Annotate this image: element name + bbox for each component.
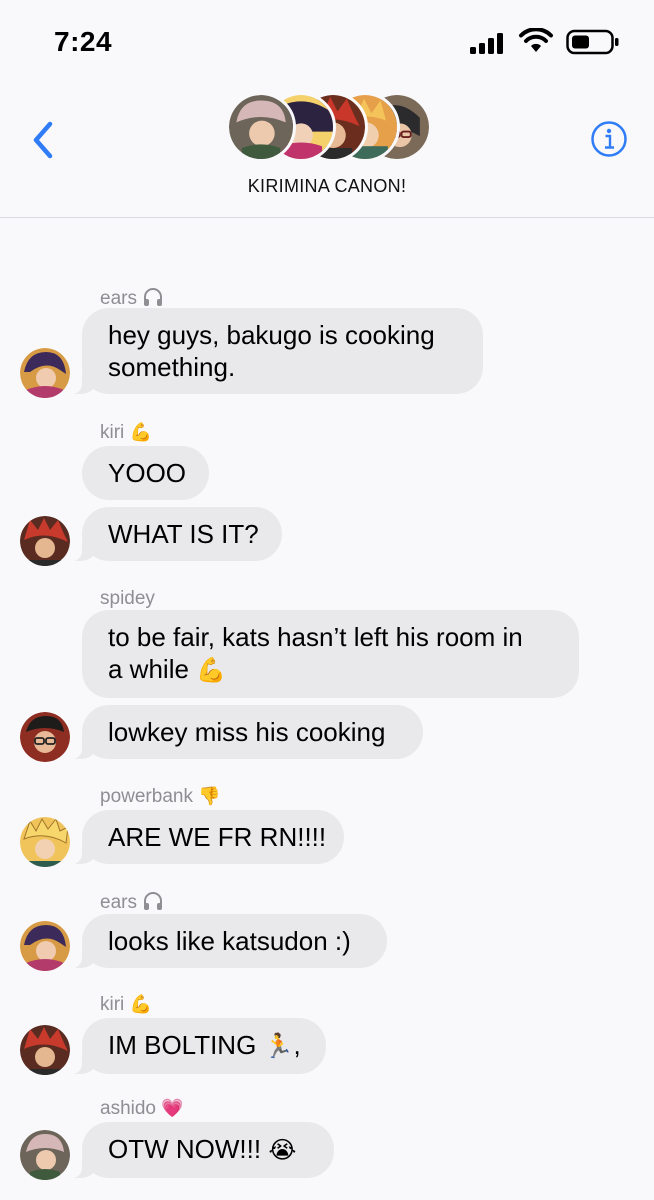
- avatar[interactable]: [20, 1130, 70, 1180]
- headphones-icon: [144, 288, 163, 306]
- info-icon[interactable]: [590, 120, 628, 158]
- flexed-biceps-icon: 💪: [129, 422, 152, 442]
- message-bubble[interactable]: OTW NOW!!! 😭: [70, 1122, 334, 1178]
- message-bubble[interactable]: WHAT IS IT?: [70, 507, 282, 561]
- message-bubble[interactable]: looks like katsudon :): [70, 914, 387, 968]
- headphones-icon: [144, 892, 163, 910]
- avatar[interactable]: [20, 516, 70, 566]
- chat-header: KIRIMINA CANON!: [0, 80, 654, 218]
- message-bubble[interactable]: IM BOLTING 🏃,: [70, 1018, 326, 1074]
- message-bubble[interactable]: YOOO: [82, 446, 209, 500]
- status-bar: 7:24: [0, 0, 654, 80]
- status-time: 7:24: [54, 26, 113, 57]
- message-bubble[interactable]: to be fair, kats hasn’t left his room in…: [82, 610, 579, 698]
- sender-name: ears: [100, 890, 164, 914]
- group-avatar: [226, 92, 296, 162]
- sender-name: ashido 💗: [100, 1098, 184, 1119]
- running-person-icon: 🏃: [263, 1033, 294, 1060]
- wifi-icon: [519, 28, 553, 52]
- avatar[interactable]: [20, 348, 70, 398]
- group-avatar-stack[interactable]: [226, 92, 432, 162]
- chevron-left-icon[interactable]: [28, 118, 62, 162]
- flexed-biceps-icon: 💪: [129, 994, 152, 1014]
- sender-name: powerbank 👎: [100, 786, 221, 807]
- heart-icon: 💗: [161, 1098, 184, 1118]
- sender-name: ears: [100, 286, 164, 310]
- thumbs-down-icon: 👎: [198, 786, 221, 806]
- group-title[interactable]: KIRIMINA CANON!: [0, 176, 654, 197]
- flexed-biceps-icon: 💪: [196, 657, 227, 684]
- battery-icon: [566, 29, 619, 55]
- message-bubble[interactable]: ARE WE FR RN!!!!: [70, 810, 344, 864]
- sender-name: kiri 💪: [100, 422, 152, 443]
- avatar[interactable]: [20, 921, 70, 971]
- message-bubble[interactable]: hey guys, bakugo is cooking something.: [70, 308, 483, 394]
- signal-icon: [470, 33, 503, 54]
- avatar[interactable]: [20, 712, 70, 762]
- sender-name: kiri 💪: [100, 994, 152, 1015]
- crying-face-icon: 😭: [268, 1137, 297, 1164]
- avatar[interactable]: [20, 1025, 70, 1075]
- avatar[interactable]: [20, 817, 70, 867]
- message-bubble[interactable]: lowkey miss his cooking: [70, 705, 423, 759]
- sender-name: spidey: [100, 588, 155, 609]
